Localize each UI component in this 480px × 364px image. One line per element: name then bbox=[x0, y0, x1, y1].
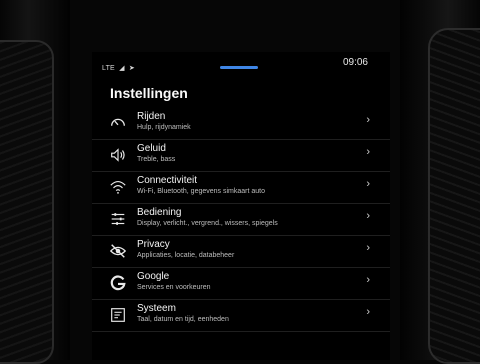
signal-icon: ◢ bbox=[119, 65, 125, 72]
speaker-icon bbox=[108, 145, 128, 165]
page-title: Instellingen bbox=[110, 85, 188, 101]
settings-item-bediening[interactable]: Bediening Display, verlicht., vergrend.,… bbox=[92, 204, 390, 236]
clock: 09:06 bbox=[342, 57, 368, 68]
settings-item-systeem[interactable]: Systeem Taal, datum en tijd, eenheden › bbox=[92, 300, 390, 332]
chevron-right-icon: › bbox=[366, 306, 370, 318]
settings-item-title: Privacy bbox=[137, 239, 170, 250]
settings-item-title: Rijden bbox=[137, 111, 166, 122]
settings-item-privacy[interactable]: Privacy Applicaties, locatie, databeheer… bbox=[92, 236, 390, 268]
settings-item-subtitle: Treble, bass bbox=[137, 156, 176, 163]
chevron-right-icon: › bbox=[366, 242, 370, 254]
status-bar: LTE ◢ ➤ 09:06 bbox=[92, 52, 390, 74]
settings-item-title: Google bbox=[137, 271, 170, 282]
air-vent-left bbox=[0, 40, 54, 364]
settings-item-subtitle: Applicaties, locatie, databeheer bbox=[137, 252, 235, 259]
location-arrow-icon: ➤ bbox=[128, 65, 135, 72]
settings-item-google[interactable]: Google Services en voorkeuren › bbox=[92, 268, 390, 300]
settings-item-subtitle: Services en voorkeuren bbox=[137, 284, 211, 291]
system-icon bbox=[108, 305, 128, 325]
google-icon bbox=[108, 273, 128, 293]
chevron-right-icon: › bbox=[366, 146, 370, 158]
air-vent-right bbox=[428, 28, 480, 364]
settings-list: Rijden Hulp, rijdynamiek › Geluid Treble… bbox=[92, 108, 390, 332]
chevron-right-icon: › bbox=[366, 210, 370, 222]
sliders-icon bbox=[108, 209, 128, 229]
settings-item-subtitle: Wi-Fi, Bluetooth, gegevens simkaart auto bbox=[137, 188, 266, 195]
settings-item-subtitle: Hulp, rijdynamiek bbox=[137, 124, 191, 131]
settings-item-title: Geluid bbox=[137, 143, 166, 154]
settings-item-subtitle: Display, verlicht., vergrend., wissers, … bbox=[137, 220, 278, 227]
settings-item-connectiviteit[interactable]: Connectiviteit Wi-Fi, Bluetooth, gegeven… bbox=[92, 172, 390, 204]
pull-down-handle[interactable] bbox=[220, 66, 258, 69]
settings-item-title: Connectiviteit bbox=[137, 175, 198, 186]
settings-item-geluid[interactable]: Geluid Treble, bass › bbox=[92, 140, 390, 172]
network-label: LTE bbox=[102, 65, 115, 72]
settings-item-subtitle: Taal, datum en tijd, eenheden bbox=[137, 316, 229, 323]
settings-item-title: Bediening bbox=[137, 207, 182, 218]
chevron-right-icon: › bbox=[366, 114, 370, 126]
settings-item-rijden[interactable]: Rijden Hulp, rijdynamiek › bbox=[92, 108, 390, 140]
speedometer-icon bbox=[108, 113, 128, 133]
eye-slash-icon bbox=[108, 241, 128, 261]
settings-item-title: Systeem bbox=[137, 303, 176, 314]
chevron-right-icon: › bbox=[366, 274, 370, 286]
status-indicators: LTE ◢ ➤ bbox=[102, 64, 135, 72]
wifi-icon bbox=[108, 177, 128, 197]
infotainment-screen: LTE ◢ ➤ 09:06 Instellingen Rijden Hulp, … bbox=[92, 52, 390, 360]
chevron-right-icon: › bbox=[366, 178, 370, 190]
